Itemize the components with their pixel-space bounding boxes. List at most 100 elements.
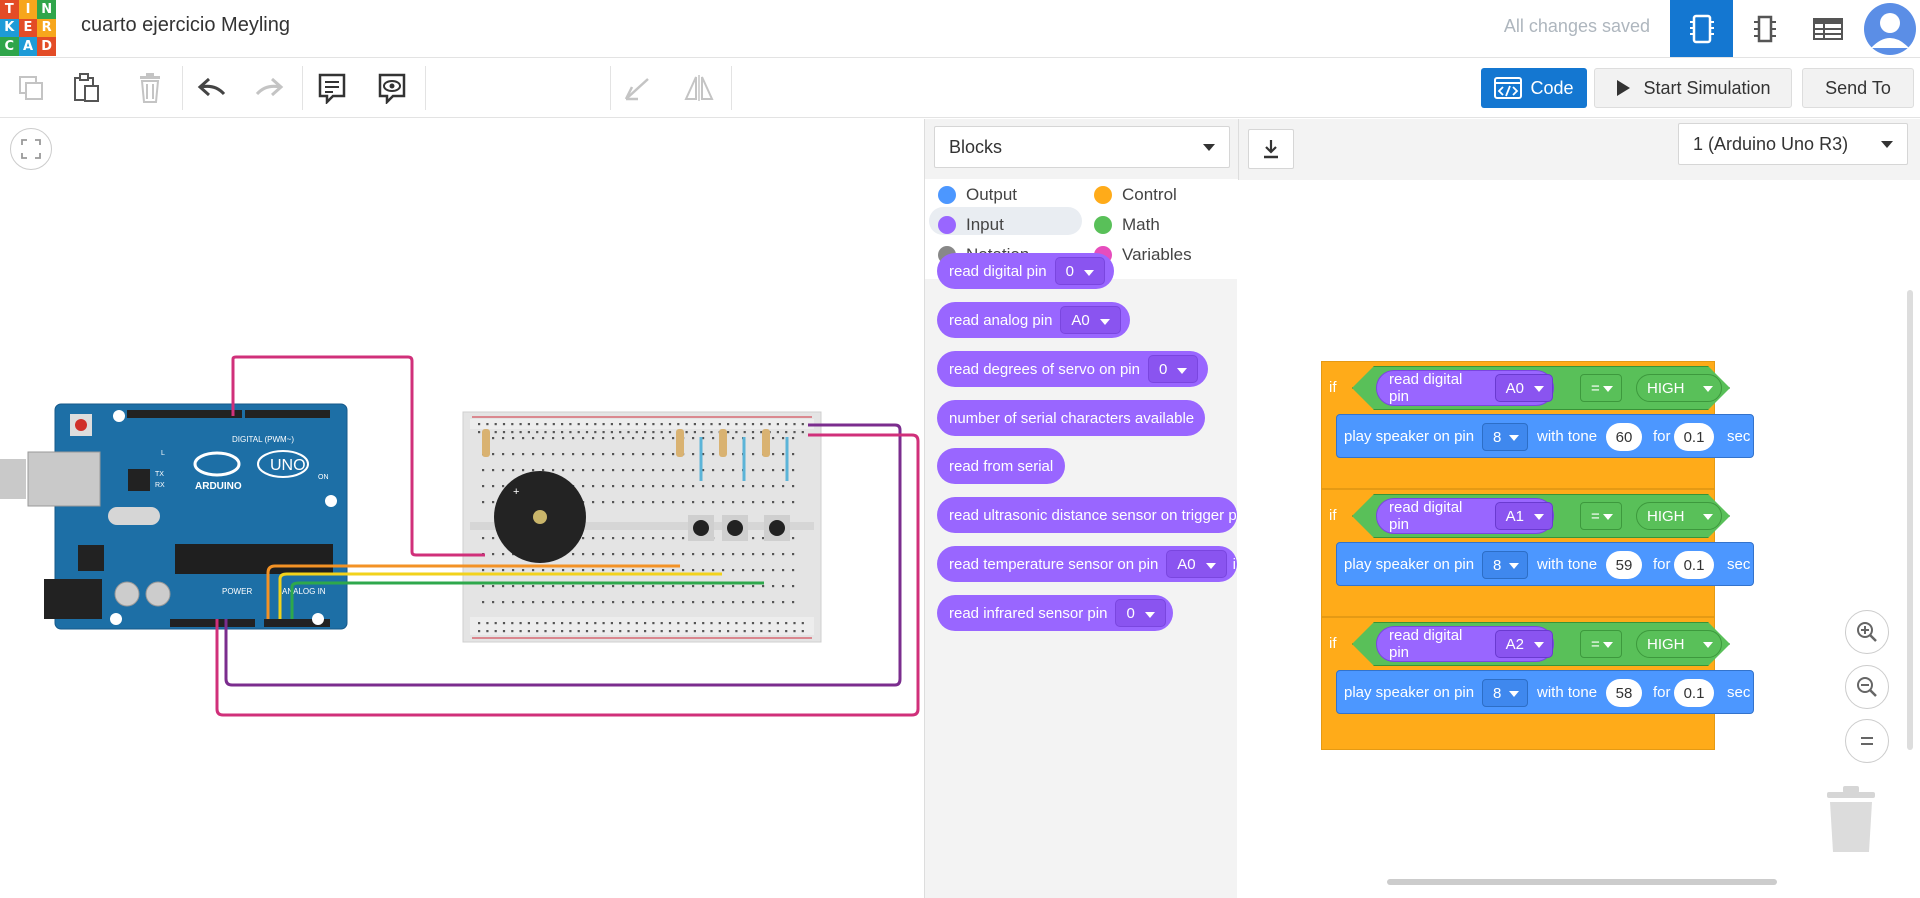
tone-input[interactable]: 59: [1606, 551, 1642, 579]
logo-letter: A: [18, 37, 38, 56]
palette-block[interactable]: read ultrasonic distance sensor on trigg…: [937, 497, 1237, 533]
category-dot-icon: [938, 216, 956, 234]
palette-block[interactable]: read temperature sensor on pinA0ir: [937, 546, 1237, 582]
notes-button[interactable]: [309, 66, 355, 110]
palette-block[interactable]: read digital pin 0: [937, 253, 1114, 289]
category-input[interactable]: Input: [938, 215, 1004, 235]
palette-block-label: read degrees of servo on pin: [949, 360, 1140, 378]
sec-label: sec: [1727, 684, 1751, 701]
tone-input[interactable]: 60: [1606, 423, 1642, 451]
palette-block[interactable]: read degrees of servo on pin 0: [937, 351, 1208, 387]
for-label: for: [1653, 556, 1671, 573]
value-dropdown[interactable]: HIGH: [1636, 374, 1722, 402]
component-list-button[interactable]: [1796, 0, 1859, 57]
palette-block[interactable]: number of serial characters available: [937, 400, 1205, 436]
category-output[interactable]: Output: [938, 185, 1017, 205]
duration-input[interactable]: 0.1: [1674, 423, 1714, 451]
top-bar: TINKERCAD cuarto ejercicio Meyling All c…: [0, 0, 1920, 58]
duration-input[interactable]: 0.1: [1674, 679, 1714, 707]
blocks-workspace[interactable]: if read digital pin A0 = HIGH then play speake…: [1237, 180, 1920, 898]
category-control[interactable]: Control: [1094, 185, 1177, 205]
vertical-scrollbar[interactable]: [1907, 290, 1913, 750]
notes-visibility-button[interactable]: [369, 66, 415, 110]
redo-icon: [255, 77, 284, 97]
then-label: then: [1763, 507, 1793, 524]
read-pin-dropdown[interactable]: A2: [1494, 630, 1553, 658]
palette-block-param[interactable]: A0: [1060, 306, 1121, 334]
read-pin-dropdown[interactable]: A0: [1494, 374, 1553, 402]
circuit-canvas[interactable]: UNO ARDUINO DIGITAL (PWM~) POWER ANALOG …: [0, 119, 924, 898]
horizontal-scrollbar[interactable]: [1387, 879, 1777, 885]
if-block[interactable]: if read digital pin A0 = HIGH then play speake…: [1321, 361, 1792, 489]
user-avatar[interactable]: [1860, 0, 1920, 57]
undo-button[interactable]: [189, 66, 235, 110]
zoom-out-button[interactable]: [1845, 665, 1889, 709]
project-title[interactable]: cuarto ejercicio Meyling: [81, 14, 290, 37]
value-dropdown[interactable]: HIGH: [1636, 630, 1722, 658]
operator-dropdown[interactable]: =: [1580, 502, 1622, 530]
palette-block[interactable]: read infrared sensor pin 0: [937, 595, 1173, 631]
if-block[interactable]: if read digital pin A2 = HIGH then play speake…: [1321, 617, 1792, 750]
tinkercad-logo[interactable]: TINKERCAD: [0, 0, 56, 56]
code-button[interactable]: Code: [1481, 68, 1587, 108]
schematic-view-button[interactable]: [1733, 0, 1796, 57]
category-label: Control: [1122, 185, 1177, 204]
logo-letter: C: [0, 37, 19, 56]
param-value: 0: [1065, 262, 1074, 280]
download-code-button[interactable]: [1248, 129, 1294, 169]
read-digital-pin-block[interactable]: read digital pin A0: [1376, 370, 1554, 406]
copy-button[interactable]: [8, 66, 54, 110]
palette-block-param[interactable]: 0: [1054, 257, 1105, 285]
device-select[interactable]: 1 (Arduino Uno R3): [1678, 123, 1908, 165]
operator-dropdown[interactable]: =: [1580, 630, 1622, 658]
schematic-icon: [1753, 15, 1776, 42]
mirror-button[interactable]: [676, 66, 722, 110]
speaker-pin-dropdown[interactable]: 8: [1482, 679, 1528, 707]
tone-label: with tone: [1537, 428, 1598, 445]
zoom-in-button[interactable]: [1845, 610, 1889, 654]
value-dropdown[interactable]: HIGH: [1636, 502, 1722, 530]
if-block[interactable]: if read digital pin A1 = HIGH then play speake…: [1321, 489, 1792, 617]
circuit-view-button[interactable]: [1670, 0, 1733, 57]
speaker-pin-dropdown[interactable]: 8: [1482, 423, 1528, 451]
workspace-trash[interactable]: [1823, 784, 1879, 854]
chevron-down-icon: [1205, 563, 1216, 569]
svg-text:ANALOG IN: ANALOG IN: [282, 587, 326, 596]
category-math[interactable]: Math: [1094, 215, 1160, 235]
speaker-pin-dropdown[interactable]: 8: [1482, 551, 1528, 579]
read-digital-pin-label: read digital pin: [1389, 371, 1463, 405]
trash-icon: [1827, 786, 1875, 852]
operator-dropdown[interactable]: =: [1580, 374, 1622, 402]
redo-button[interactable]: [246, 66, 292, 110]
chip-icon: [1689, 14, 1714, 43]
read-digital-pin-block[interactable]: read digital pin A2: [1376, 626, 1554, 662]
delete-button[interactable]: [127, 66, 173, 110]
read-digital-pin-block[interactable]: read digital pin A1: [1376, 498, 1554, 534]
toolbar-divider: [610, 66, 611, 110]
logo-letter: I: [18, 0, 38, 19]
chevron-down-icon: [1509, 563, 1519, 569]
zoom-reset-button[interactable]: [1845, 719, 1889, 763]
code-icon: [1494, 77, 1523, 99]
code-mode-dropdown[interactable]: Blocks: [934, 126, 1230, 168]
palette-block[interactable]: read from serial: [937, 448, 1065, 484]
palette-block-param[interactable]: A0: [1166, 550, 1227, 578]
send-to-button[interactable]: Send To: [1802, 68, 1914, 108]
svg-text:UNO: UNO: [270, 457, 306, 474]
palette-block-label: read digital pin: [949, 262, 1047, 280]
rotate-button[interactable]: [614, 66, 660, 110]
download-icon: [1264, 140, 1278, 159]
paste-button[interactable]: [64, 66, 110, 110]
chevron-down-icon: [1083, 270, 1094, 276]
palette-block-param[interactable]: 0: [1115, 599, 1166, 627]
palette-block[interactable]: read analog pin A0: [937, 302, 1130, 338]
tone-input[interactable]: 58: [1606, 679, 1642, 707]
read-pin-dropdown[interactable]: A1: [1494, 502, 1553, 530]
play-speaker-block[interactable]: play speaker on pin 8 with tone 59 for 0.1 sec: [1336, 542, 1754, 586]
palette-block-param[interactable]: 0: [1147, 355, 1199, 383]
play-speaker-block[interactable]: play speaker on pin 8 with tone 60 for 0.1 sec: [1336, 414, 1754, 458]
start-simulation-button[interactable]: Start Simulation: [1594, 68, 1792, 108]
copy-icon: [19, 76, 43, 100]
play-speaker-block[interactable]: play speaker on pin 8 with tone 58 for 0.1 sec: [1336, 670, 1754, 714]
duration-input[interactable]: 0.1: [1674, 551, 1714, 579]
